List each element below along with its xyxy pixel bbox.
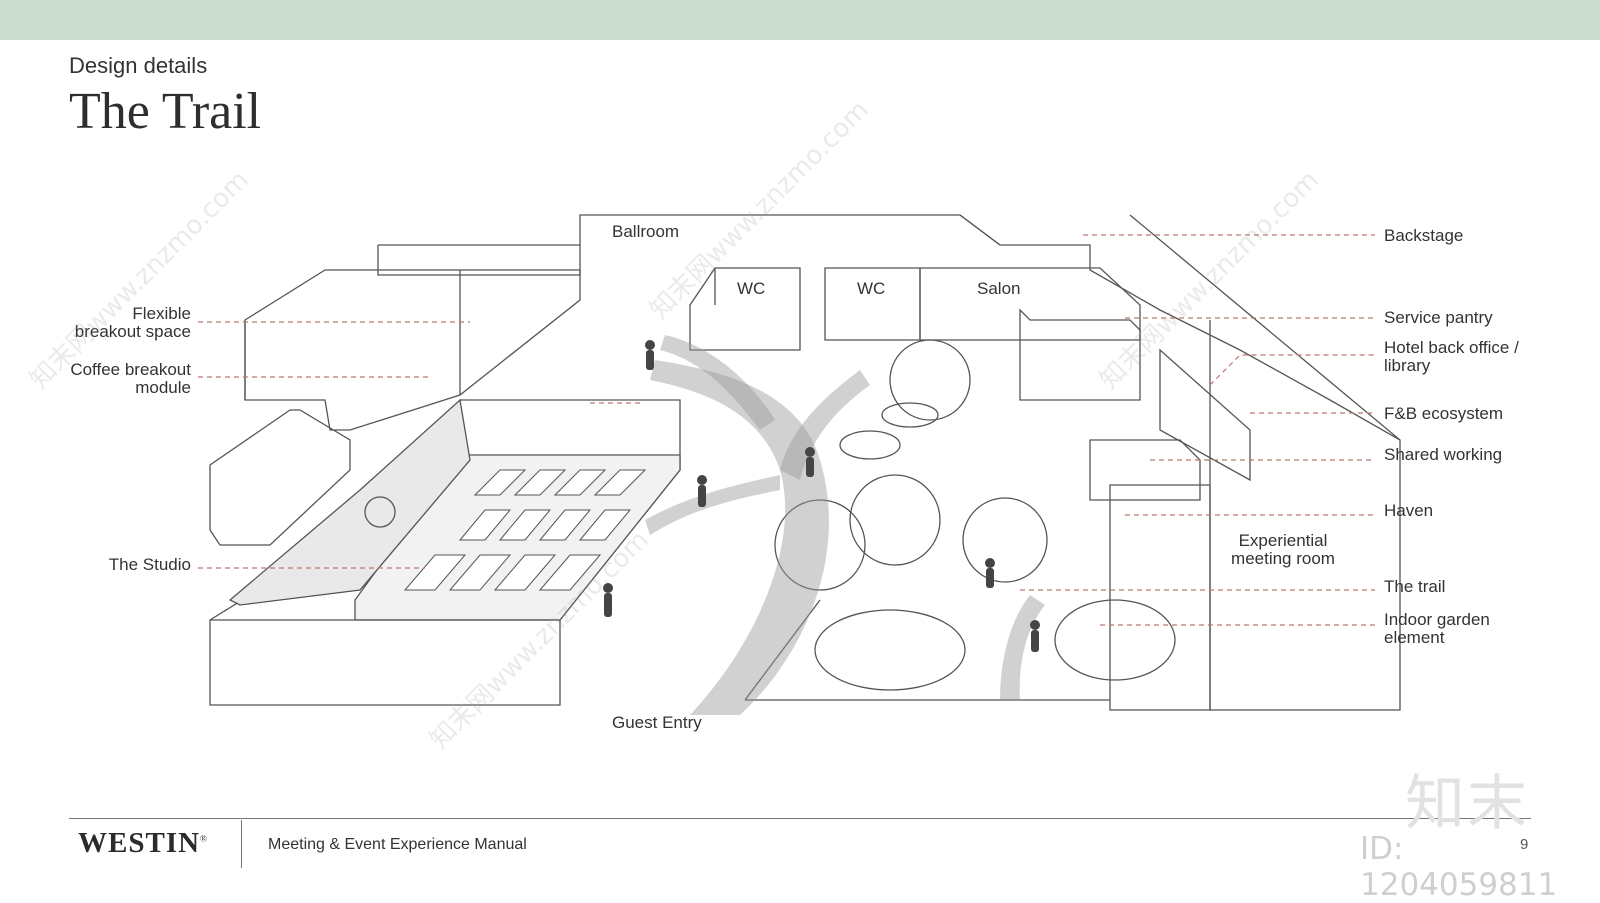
guest-entry-label: Guest Entry — [612, 713, 702, 732]
trail-paths — [645, 335, 1045, 715]
callout-shared-working: Shared working — [1384, 445, 1503, 464]
salon-block — [919, 267, 1141, 341]
pod — [962, 497, 1048, 583]
garden-pod — [814, 609, 966, 691]
callout-the-trail: The trail — [1384, 577, 1446, 596]
page-subtitle: Design details — [69, 53, 208, 78]
shared-working — [1089, 439, 1201, 501]
wc-label: WC — [737, 279, 766, 298]
watermark-id: ID: 1204059811 — [1360, 831, 1558, 903]
experiential-room — [1109, 484, 1211, 711]
wc-label: WC — [857, 279, 886, 298]
table — [839, 430, 901, 460]
ballroom-label: Ballroom — [612, 222, 680, 241]
pod — [889, 339, 971, 421]
callout-indoor-garden: Indoor garden element — [1384, 610, 1490, 647]
manual-title: Meeting & Event Experience Manual — [268, 836, 527, 853]
callout-back-office: Hotel back office / library — [1384, 338, 1519, 375]
callout-service-pantry: Service pantry — [1384, 308, 1493, 327]
pod — [849, 474, 941, 566]
garden-pod — [1054, 599, 1176, 681]
callout-studio: The Studio — [108, 555, 191, 574]
page-title: The Trail — [69, 83, 262, 140]
watermark-logo: 知末 — [1405, 769, 1529, 839]
callout-haven: Haven — [1384, 501, 1434, 520]
experiential-room-label: Experiential meeting room — [1231, 531, 1335, 568]
callout-backstage: Backstage — [1384, 226, 1464, 245]
callout-fb-ecosystem: F&B ecosystem — [1384, 404, 1504, 423]
footer-rule — [69, 818, 1531, 819]
footer-divider — [241, 820, 242, 868]
breakout-module — [244, 269, 581, 431]
floor-plan-illustration — [198, 214, 1401, 715]
top-band — [0, 0, 1600, 40]
salon-label: Salon — [977, 279, 1021, 298]
westin-logo: WESTIN® — [78, 827, 208, 859]
